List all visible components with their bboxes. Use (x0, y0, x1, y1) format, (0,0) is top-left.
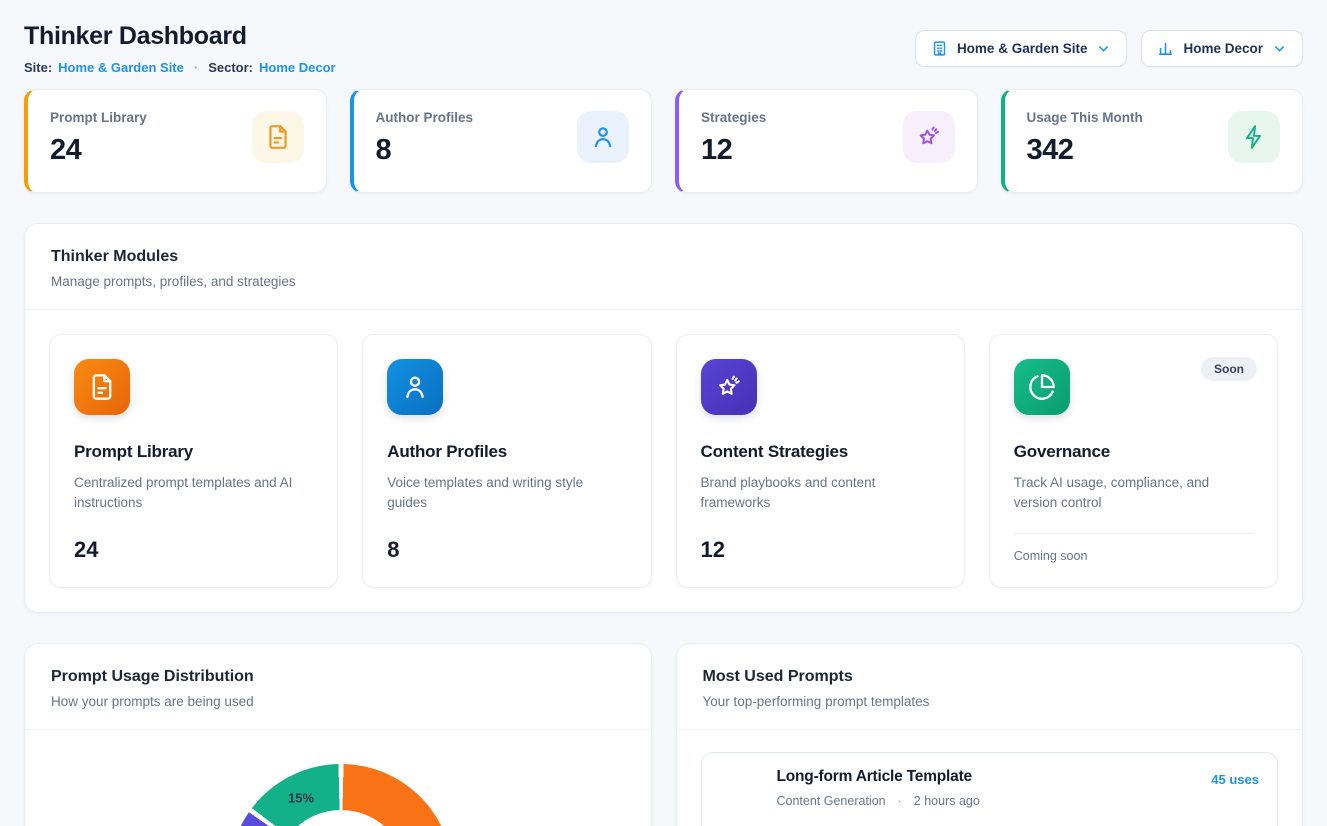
breadcrumb: Site: Home & Garden Site · Sector: Home … (24, 60, 336, 75)
modules-header: Thinker Modules Manage prompts, profiles… (25, 224, 1302, 310)
stat-value: 12 (701, 134, 766, 167)
prompt-list-item[interactable]: Long-form Article Template Content Gener… (701, 752, 1279, 826)
sector-label: Sector: (208, 60, 253, 75)
user-icon (577, 111, 629, 163)
sector-link[interactable]: Home Decor (259, 60, 336, 75)
stat-value: 8 (376, 134, 474, 167)
breadcrumb-separator: · (194, 60, 198, 75)
stat-label: Usage This Month (1027, 110, 1143, 125)
donut-slice-label: 15% (288, 790, 314, 805)
prompt-item-category: Content Generation (777, 794, 886, 808)
module-card-governance[interactable]: Soon Governance Track AI usage, complian… (989, 334, 1278, 588)
module-title: Content Strategies (701, 442, 940, 462)
star-sparkle-icon (903, 111, 955, 163)
module-description: Brand playbooks and content frameworks (701, 473, 940, 514)
stat-label: Prompt Library (50, 110, 147, 125)
usage-card-subtitle: How your prompts are being used (51, 694, 625, 709)
module-card-content-strategies[interactable]: Content Strategies Brand playbooks and c… (676, 334, 965, 588)
soon-badge: Soon (1201, 357, 1257, 381)
prompt-item-title: Long-form Article Template (777, 768, 980, 786)
module-card-prompt-library[interactable]: Prompt Library Centralized prompt templa… (49, 334, 338, 588)
stat-text: Strategies 12 (701, 110, 766, 167)
site-selector-dropdown[interactable]: Home & Garden Site (915, 30, 1128, 67)
usage-card-header: Prompt Usage Distribution How your promp… (25, 644, 651, 730)
most-used-prompts-card: Most Used Prompts Your top-performing pr… (676, 643, 1304, 826)
module-count: 12 (701, 537, 940, 563)
stat-value: 24 (50, 134, 147, 167)
topbar: Thinker Dashboard Site: Home & Garden Si… (24, 22, 1303, 75)
chevron-down-icon (1096, 41, 1111, 56)
module-count: 8 (387, 537, 626, 563)
stat-card-strategies: Strategies 12 (675, 89, 978, 193)
module-title: Author Profiles (387, 442, 626, 462)
prompt-item-time: 2 hours ago (914, 794, 980, 808)
prompt-item-text: Long-form Article Template Content Gener… (777, 768, 980, 808)
module-count: 24 (74, 537, 313, 563)
user-icon (387, 359, 443, 415)
prompts-card-subtitle: Your top-performing prompt templates (703, 694, 1277, 709)
lightning-icon (1228, 111, 1280, 163)
thinker-dashboard-page: Thinker Dashboard Site: Home & Garden Si… (0, 0, 1327, 826)
page-title: Thinker Dashboard (24, 22, 336, 51)
topbar-left: Thinker Dashboard Site: Home & Garden Si… (24, 22, 336, 75)
stat-card-author-profiles: Author Profiles 8 (350, 89, 653, 193)
building-icon (931, 40, 948, 57)
module-description: Track AI usage, compliance, and version … (1014, 473, 1253, 514)
module-title: Prompt Library (74, 442, 313, 462)
usage-card-title: Prompt Usage Distribution (51, 668, 625, 686)
prompt-item-meta: Content Generation · 2 hours ago (777, 794, 980, 808)
module-card-author-profiles[interactable]: Author Profiles Voice templates and writ… (362, 334, 651, 588)
document-icon (252, 111, 304, 163)
donut-chart: 45%25%15%15% (229, 764, 453, 826)
stat-value: 342 (1027, 134, 1143, 167)
topbar-selectors: Home & Garden Site Home Decor (915, 30, 1303, 67)
chevron-down-icon (1272, 41, 1287, 56)
site-label: Site: (24, 60, 52, 75)
coming-soon-text: Coming soon (1014, 533, 1253, 563)
stat-text: Prompt Library 24 (50, 110, 147, 167)
pie-chart-icon (1014, 359, 1070, 415)
document-icon (720, 770, 762, 812)
thinker-modules-section: Thinker Modules Manage prompts, profiles… (24, 223, 1303, 613)
bar-chart-icon (1157, 40, 1174, 57)
sector-selector-value: Home Decor (1183, 41, 1263, 56)
site-selector-value: Home & Garden Site (957, 41, 1088, 56)
stat-label: Strategies (701, 110, 766, 125)
stat-card-usage: Usage This Month 342 (1001, 89, 1304, 193)
site-link[interactable]: Home & Garden Site (58, 60, 184, 75)
module-title: Governance (1014, 442, 1253, 462)
modules-title: Thinker Modules (51, 248, 1276, 266)
modules-grid: Prompt Library Centralized prompt templa… (25, 310, 1302, 612)
stats-row: Prompt Library 24 Author Profiles 8 Stra… (24, 89, 1303, 193)
stat-text: Usage This Month 342 (1027, 110, 1143, 167)
donut-chart-area: 45%25%15%15% (25, 730, 651, 826)
prompts-card-title: Most Used Prompts (703, 668, 1277, 686)
stat-text: Author Profiles 8 (376, 110, 474, 167)
module-description: Centralized prompt templates and AI inst… (74, 473, 313, 514)
star-sparkle-icon (701, 359, 757, 415)
document-icon (74, 359, 130, 415)
stat-card-prompt-library: Prompt Library 24 (24, 89, 327, 193)
prompt-uses-count: 45 uses (1211, 772, 1259, 787)
stat-label: Author Profiles (376, 110, 474, 125)
sector-selector-dropdown[interactable]: Home Decor (1141, 30, 1303, 67)
modules-subtitle: Manage prompts, profiles, and strategies (51, 274, 1276, 289)
usage-distribution-card: Prompt Usage Distribution How your promp… (24, 643, 652, 826)
meta-separator: · (898, 794, 902, 808)
module-description: Voice templates and writing style guides (387, 473, 626, 514)
prompts-card-header: Most Used Prompts Your top-performing pr… (677, 644, 1303, 730)
bottom-row: Prompt Usage Distribution How your promp… (24, 643, 1303, 826)
